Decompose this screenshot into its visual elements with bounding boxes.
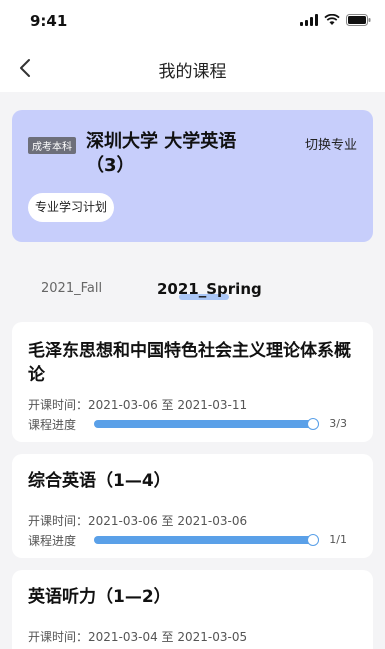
course-title: 毛泽东思想和中国特色社会主义理论体系概论 bbox=[28, 341, 351, 385]
progress-bar bbox=[94, 534, 319, 546]
progress-knob bbox=[307, 534, 319, 546]
progress-label: 课程进度 bbox=[28, 534, 77, 548]
status-time: 9:41 bbox=[30, 12, 68, 30]
study-plan-button[interactable]: 专业学习计划 bbox=[28, 193, 115, 222]
progress-bar bbox=[94, 418, 319, 430]
wifi-icon bbox=[324, 14, 340, 25]
progress-label: 课程进度 bbox=[28, 418, 77, 432]
course-dates: 开课时间：2021-03-06 至 2021-03-11 bbox=[28, 398, 248, 412]
progress-count: 3/3 bbox=[329, 417, 347, 430]
cellular-signal-icon bbox=[300, 14, 318, 26]
tab-2021-spring[interactable]: 2021_Spring bbox=[157, 280, 262, 298]
progress-fill bbox=[94, 420, 319, 428]
status-icons bbox=[300, 14, 371, 26]
progress-count: 1/1 bbox=[329, 533, 347, 546]
course-title: 综合英语（1—4） bbox=[28, 471, 171, 491]
tab-2021-fall[interactable]: 2021_Fall bbox=[41, 281, 102, 296]
major-header-card: 成考本科 深圳大学 大学英语（3） 切换专业 专业学习计划 bbox=[12, 110, 373, 242]
course-card[interactable]: 综合英语（1—4） 开课时间：2021-03-06 至 2021-03-06 课… bbox=[12, 454, 373, 558]
course-dates: 开课时间：2021-03-06 至 2021-03-06 bbox=[28, 514, 248, 528]
degree-badge: 成考本科 bbox=[28, 137, 76, 154]
course-dates: 开课时间：2021-03-04 至 2021-03-05 bbox=[28, 630, 248, 644]
nav-bar: 我的课程 bbox=[0, 44, 385, 92]
switch-major-button[interactable]: 切换专业 bbox=[305, 134, 357, 153]
page-title: 我的课程 bbox=[158, 62, 227, 82]
course-title: 英语听力（1—2） bbox=[28, 587, 171, 607]
progress-knob bbox=[307, 418, 319, 430]
status-bar: 9:41 bbox=[0, 0, 385, 44]
progress-fill bbox=[94, 536, 319, 544]
major-course-title: 深圳大学 大学英语（3） bbox=[86, 131, 237, 176]
battery-icon bbox=[346, 14, 371, 26]
course-card[interactable]: 毛泽东思想和中国特色社会主义理论体系概论 开课时间：2021-03-06 至 2… bbox=[12, 322, 373, 442]
course-card[interactable]: 英语听力（1—2） 开课时间：2021-03-04 至 2021-03-05 bbox=[12, 570, 373, 649]
